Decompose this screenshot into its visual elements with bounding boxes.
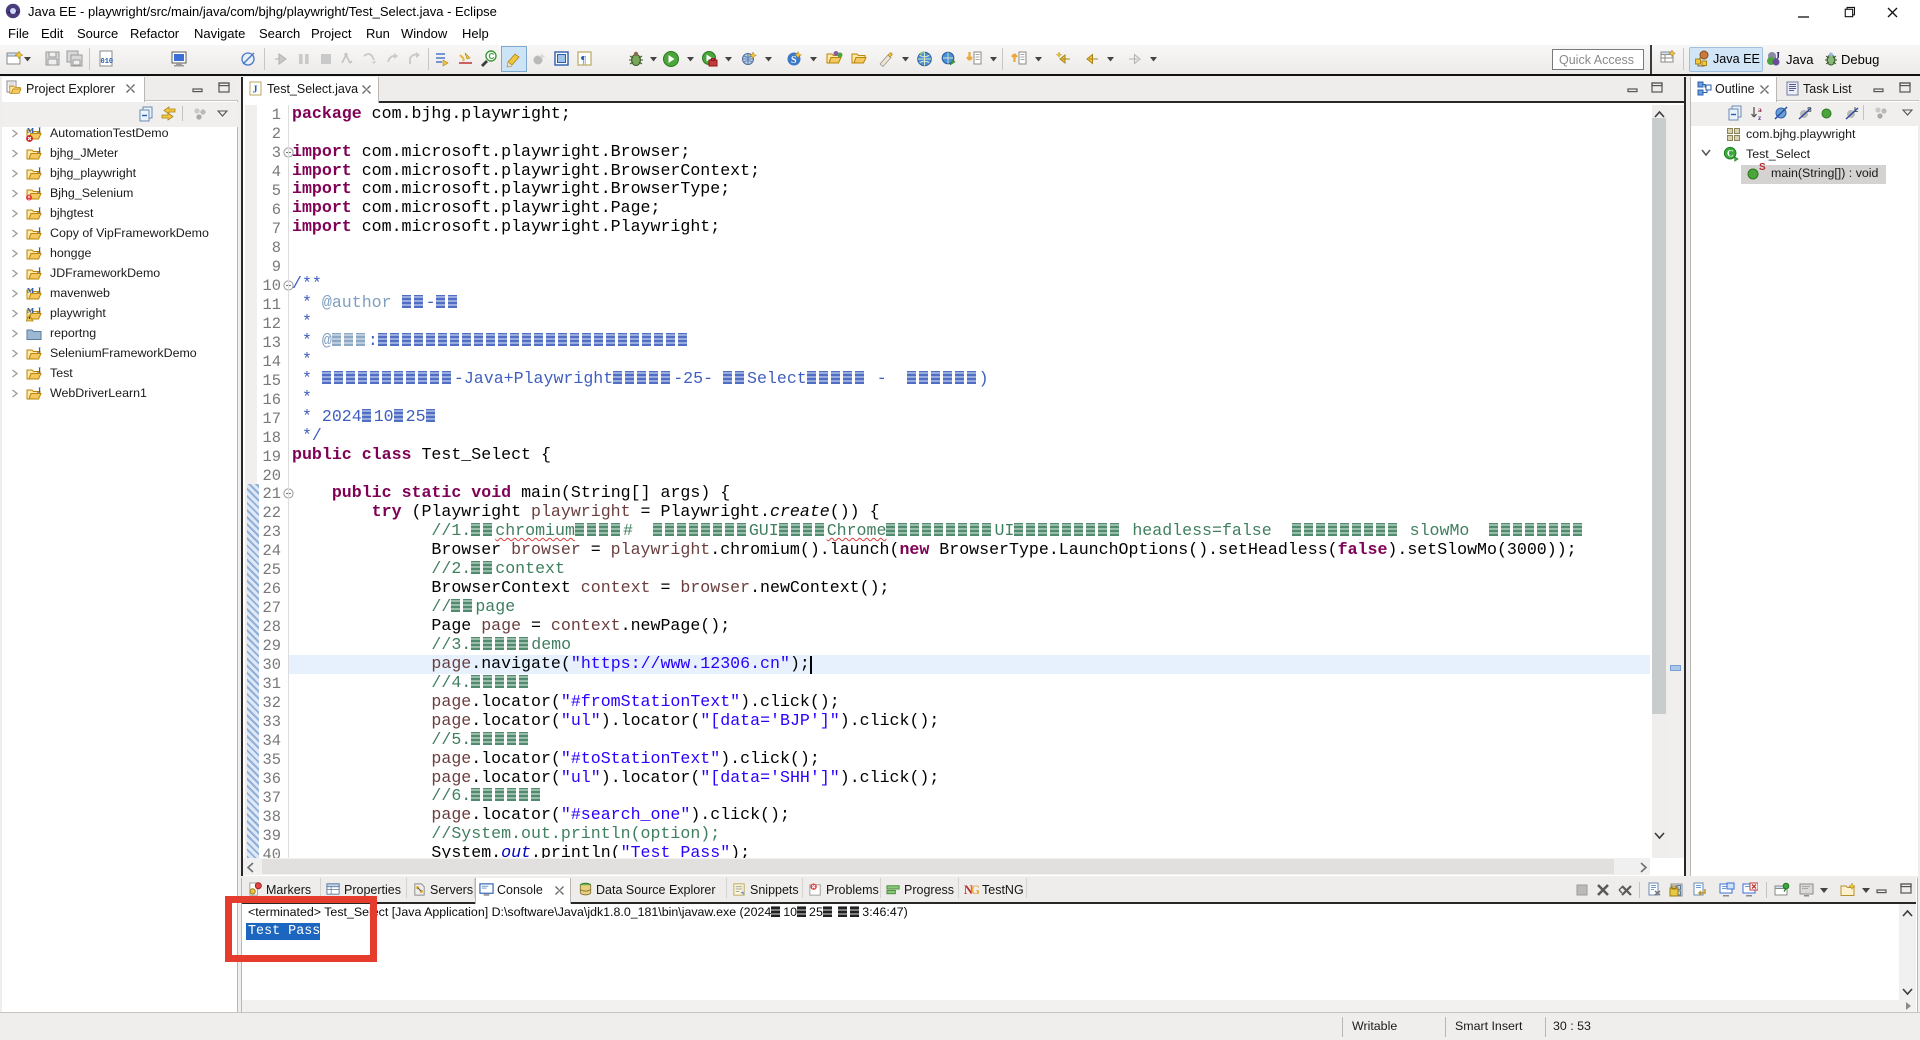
svg-text:J: J <box>1775 51 1780 62</box>
svg-text:010: 010 <box>101 58 114 66</box>
svg-text:¶: ¶ <box>581 54 586 66</box>
svg-text:J: J <box>37 246 41 255</box>
svg-text:J: J <box>37 306 41 315</box>
svg-text:z: z <box>1758 113 1762 121</box>
svg-text:M: M <box>27 286 34 295</box>
svg-text:S: S <box>791 55 797 66</box>
svg-text:J: J <box>37 166 41 175</box>
svg-text:J: J <box>37 386 41 395</box>
svg-text:J: J <box>37 266 41 275</box>
svg-text:J: J <box>37 206 41 215</box>
svg-text:J: J <box>37 366 41 375</box>
svg-text:M: M <box>27 126 34 135</box>
svg-text:C: C <box>1727 150 1734 160</box>
svg-text:J: J <box>253 85 258 96</box>
svg-text:M: M <box>27 306 34 315</box>
svg-text:J: J <box>37 226 41 235</box>
svg-text:J: J <box>37 286 41 295</box>
svg-text:J: J <box>37 186 41 195</box>
svg-text:J: J <box>37 346 41 355</box>
svg-text:J: J <box>37 126 41 135</box>
svg-text:G: G <box>971 883 979 897</box>
svg-text:C: C <box>489 52 495 61</box>
svg-text:J: J <box>37 146 41 155</box>
